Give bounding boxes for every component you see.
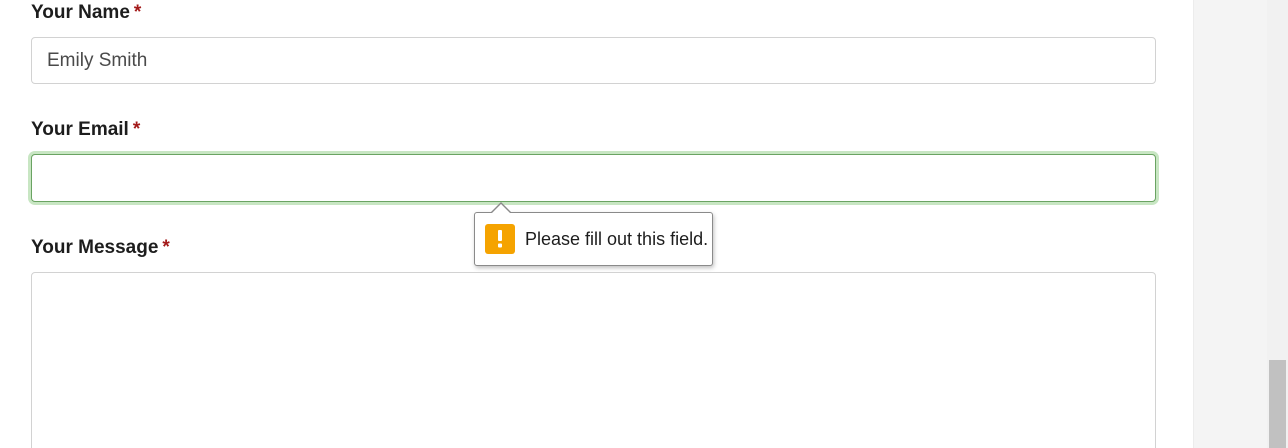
- name-field[interactable]: Emily Smith: [31, 37, 1156, 84]
- name-required-mark: *: [133, 2, 142, 23]
- warning-icon: [485, 224, 515, 254]
- message-required-mark: *: [162, 237, 170, 258]
- email-label-text: Your Email: [31, 119, 129, 140]
- message-field[interactable]: [31, 272, 1156, 448]
- validation-message: Please fill out this field.: [525, 229, 709, 249]
- contact-form: Your Name * Emily Smith Your Email * Your …: [0, 0, 1193, 448]
- message-label-text: Your Message: [31, 237, 159, 258]
- tooltip-arrow-fill: [491, 204, 511, 214]
- message-label: Your Message *: [31, 237, 170, 259]
- scrollbar-thumb[interactable]: [1269, 360, 1286, 448]
- name-field-value: Emily Smith: [47, 49, 148, 71]
- email-label: Your Email *: [31, 119, 140, 141]
- page-right-margin: [1193, 0, 1267, 448]
- page: Your Name * Emily Smith Your Email * Your …: [0, 0, 1288, 448]
- email-required-mark: *: [132, 119, 141, 140]
- name-label-text: Your Name: [31, 2, 130, 23]
- email-field[interactable]: [31, 154, 1156, 202]
- name-label: Your Name *: [31, 2, 141, 24]
- validation-tooltip: Please fill out this field.: [474, 202, 713, 266]
